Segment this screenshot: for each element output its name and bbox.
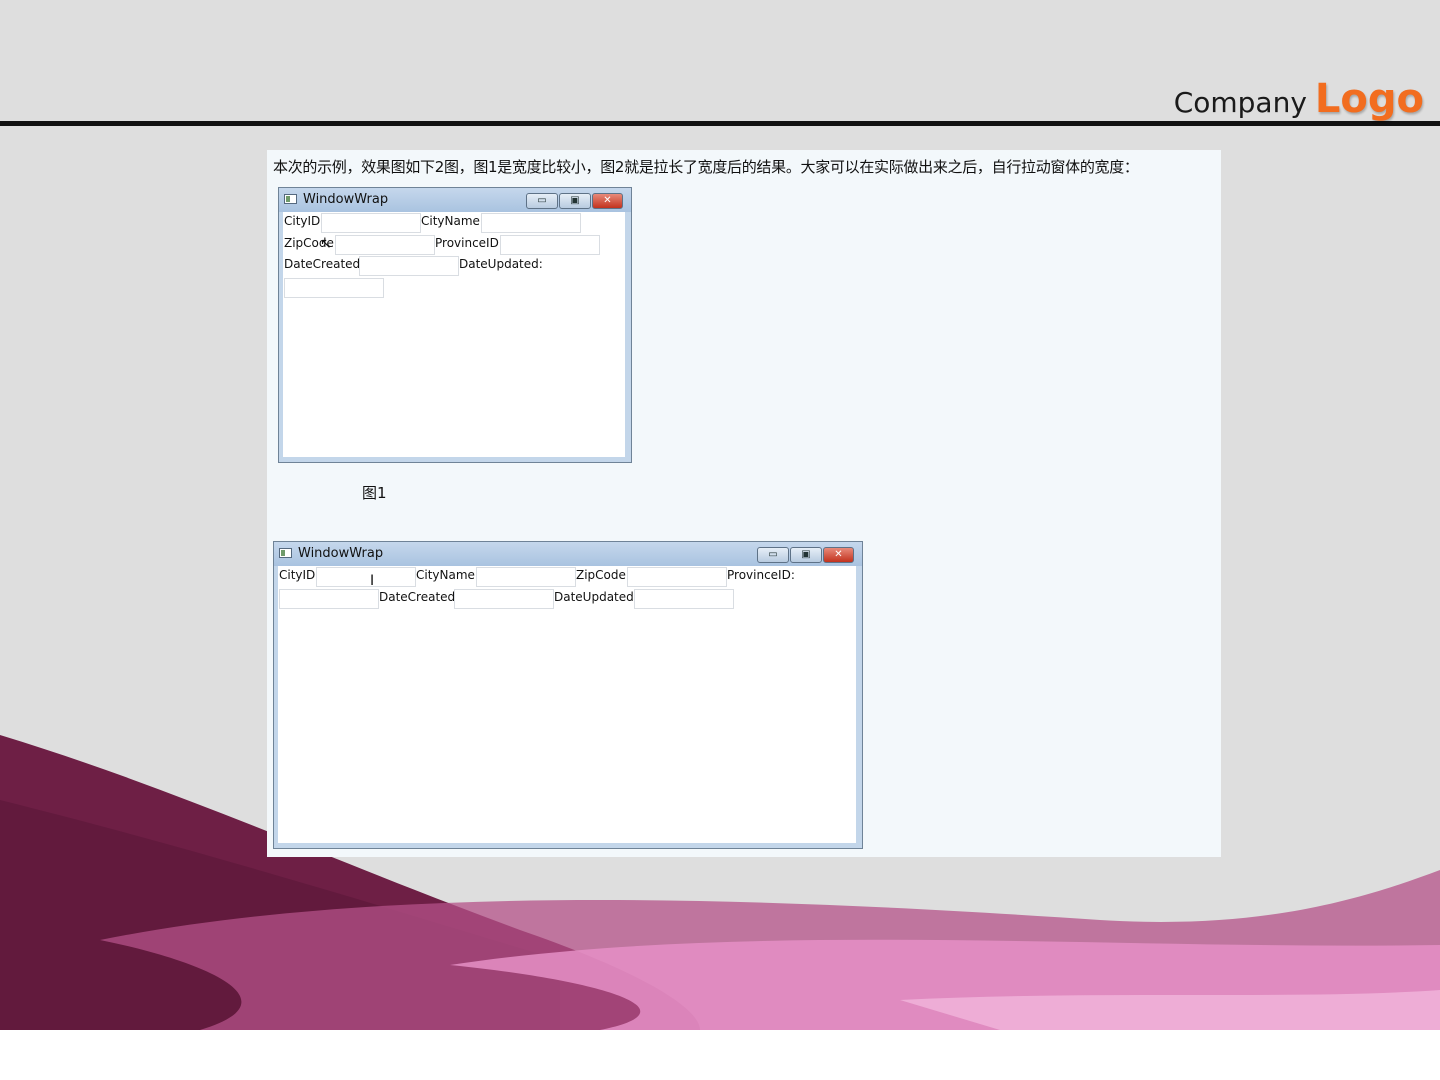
textbox-province-id[interactable]	[500, 235, 600, 255]
label-city-name: CityName:	[416, 568, 479, 582]
window-titlebar[interactable]: WindowWrap ▭ ▣ ✕	[274, 542, 862, 566]
label-province-id: ProvinceID:	[727, 568, 795, 582]
figure1-label: 图1	[362, 484, 387, 502]
label-province-id: ProvinceID:	[435, 236, 503, 250]
label-date-created: DateCreated:	[379, 590, 460, 604]
label-date-updated: DateUpdated:	[554, 590, 638, 604]
textbox-city-name[interactable]	[481, 213, 581, 233]
logo-company-text: Company	[1173, 86, 1307, 119]
label-zip-code: ZipCode:	[576, 568, 630, 582]
window-app-icon	[279, 548, 292, 558]
label-date-created: DateCreated:	[284, 257, 365, 271]
mouse-pointer-icon: ↖	[320, 236, 332, 252]
minimize-button[interactable]: ▭	[526, 193, 558, 209]
window-title: WindowWrap	[303, 192, 389, 207]
label-date-updated: DateUpdated:	[459, 257, 543, 271]
textbox-city-name[interactable]	[476, 567, 576, 587]
window-titlebar[interactable]: WindowWrap ▭ ▣ ✕	[279, 188, 631, 212]
textbox-city-id[interactable]	[321, 213, 421, 233]
textbox-date-updated[interactable]	[634, 589, 734, 609]
company-logo: Company Logo	[1174, 76, 1424, 124]
window-client-area: CityID: CityName: ZipCode: ProvinceID: D…	[278, 566, 856, 843]
close-button[interactable]: ✕	[592, 193, 623, 209]
textbox-zip-code[interactable]	[627, 567, 727, 587]
maximize-button[interactable]: ▣	[790, 547, 822, 563]
textbox-date-updated[interactable]	[284, 278, 384, 298]
textbox-province-id[interactable]	[279, 589, 379, 609]
minimize-button[interactable]: ▭	[757, 547, 789, 563]
maximize-button[interactable]: ▣	[559, 193, 591, 209]
textbox-zip-code[interactable]	[335, 235, 435, 255]
window-title: WindowWrap	[298, 546, 384, 561]
caption-text: 本次的示例，效果图如下2图，图1是宽度比较小，图2就是拉长了宽度后的结果。大家可…	[273, 158, 1139, 176]
close-button[interactable]: ✕	[823, 547, 854, 563]
window-app-icon	[284, 194, 297, 204]
window-figure2[interactable]: WindowWrap ▭ ▣ ✕ CityID: CityName: ZipCo…	[273, 541, 863, 849]
label-city-id: CityID:	[279, 568, 320, 582]
logo-logo-text: Logo	[1314, 76, 1424, 122]
textbox-date-created[interactable]	[359, 256, 459, 276]
content-panel: 本次的示例，效果图如下2图，图1是宽度比较小，图2就是拉长了宽度后的结果。大家可…	[267, 150, 1221, 857]
text-cursor-icon: I	[370, 573, 375, 589]
slide-background: Company Logo 本次的示例，效果图如下2图，图1是宽度比较小，图2就是拉…	[0, 0, 1440, 1030]
label-city-name: CityName:	[421, 214, 484, 228]
textbox-city-id[interactable]	[316, 567, 416, 587]
label-city-id: CityID:	[284, 214, 325, 228]
textbox-date-created[interactable]	[454, 589, 554, 609]
window-client-area: CityID: CityName: ZipCode: ProvinceID: D…	[283, 212, 625, 457]
window-figure1[interactable]: WindowWrap ▭ ▣ ✕ CityID: CityName: ZipCo…	[278, 187, 632, 463]
